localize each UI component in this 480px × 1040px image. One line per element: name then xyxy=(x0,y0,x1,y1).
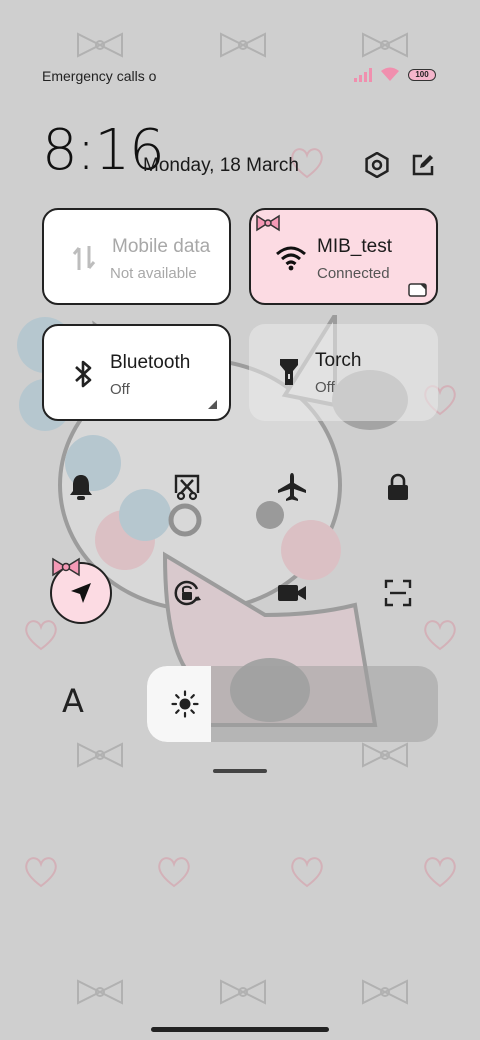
date: Monday, 18 March xyxy=(143,155,299,176)
bow-decoration-icon xyxy=(256,214,280,232)
edit-icon xyxy=(412,154,434,176)
heart-pattern-icon xyxy=(25,857,57,888)
battery-level: 100 xyxy=(415,69,429,79)
tile-title: Mobile data xyxy=(112,236,211,257)
toggle-airplane-mode[interactable] xyxy=(260,455,324,519)
edit-button[interactable] xyxy=(406,148,440,182)
bow-pattern-icon xyxy=(77,979,123,1005)
bow-pattern-icon xyxy=(362,742,408,768)
bow-pattern-icon xyxy=(77,742,123,768)
toggle-location[interactable] xyxy=(50,557,112,624)
toggle-scanner[interactable] xyxy=(366,561,430,625)
heart-pattern-icon xyxy=(158,857,190,888)
bell-icon xyxy=(70,475,92,500)
status-icons: 100 xyxy=(354,67,436,82)
sun-icon xyxy=(171,690,199,718)
panel-drag-handle[interactable] xyxy=(213,769,267,773)
expand-corner-icon xyxy=(408,283,427,297)
bow-pattern-icon xyxy=(220,979,266,1005)
signal-icon xyxy=(354,67,372,82)
lock-icon xyxy=(388,473,408,500)
carrier-text: Emergency calls o xyxy=(42,68,157,84)
bluetooth-icon xyxy=(66,356,102,392)
tile-subtitle: Connected xyxy=(317,265,390,282)
tile-title: Torch xyxy=(315,350,362,371)
brightness-slider[interactable] xyxy=(147,666,438,742)
wifi-icon xyxy=(381,67,399,81)
bow-decoration-icon xyxy=(52,557,80,577)
font-size-button[interactable]: A xyxy=(62,682,84,720)
toggle-sound[interactable] xyxy=(49,455,113,519)
tile-title: Bluetooth xyxy=(110,352,191,373)
toggle-lock-screen[interactable] xyxy=(366,455,430,519)
tile-subtitle: Not available xyxy=(110,265,197,282)
location-icon xyxy=(71,583,91,603)
heart-pattern-icon xyxy=(424,857,456,888)
status-bar: Emergency calls o 100 xyxy=(0,0,480,110)
wifi-icon xyxy=(273,240,309,276)
toggle-screen-recorder[interactable] xyxy=(260,561,324,625)
torch-icon xyxy=(271,354,307,390)
mobile-data-icon xyxy=(66,240,102,276)
settings-icon xyxy=(365,152,389,178)
tile-title: MIB_test xyxy=(317,236,392,257)
tile-mobile-data[interactable]: Mobile data Not available xyxy=(42,208,231,305)
heart-pattern-icon xyxy=(291,857,323,888)
airplane-icon xyxy=(278,473,306,501)
settings-button[interactable] xyxy=(360,148,394,182)
scanner-icon xyxy=(384,579,412,607)
tile-bluetooth[interactable]: Bluetooth Off xyxy=(42,324,231,421)
tile-subtitle: Off xyxy=(110,381,130,398)
video-camera-icon xyxy=(278,585,306,601)
rotation-lock-icon xyxy=(174,580,201,606)
screenshot-icon xyxy=(174,474,200,501)
bow-pattern-icon xyxy=(362,979,408,1005)
tile-wifi[interactable]: MIB_test Connected xyxy=(249,208,438,305)
toggle-rotation-lock[interactable] xyxy=(155,561,219,625)
tile-subtitle: Off xyxy=(315,379,335,396)
home-indicator[interactable] xyxy=(151,1027,329,1032)
battery-icon: 100 xyxy=(408,68,436,81)
toggle-screenshot[interactable] xyxy=(155,455,219,519)
expand-corner-icon xyxy=(208,400,217,409)
tile-torch[interactable]: Torch Off xyxy=(249,324,438,421)
